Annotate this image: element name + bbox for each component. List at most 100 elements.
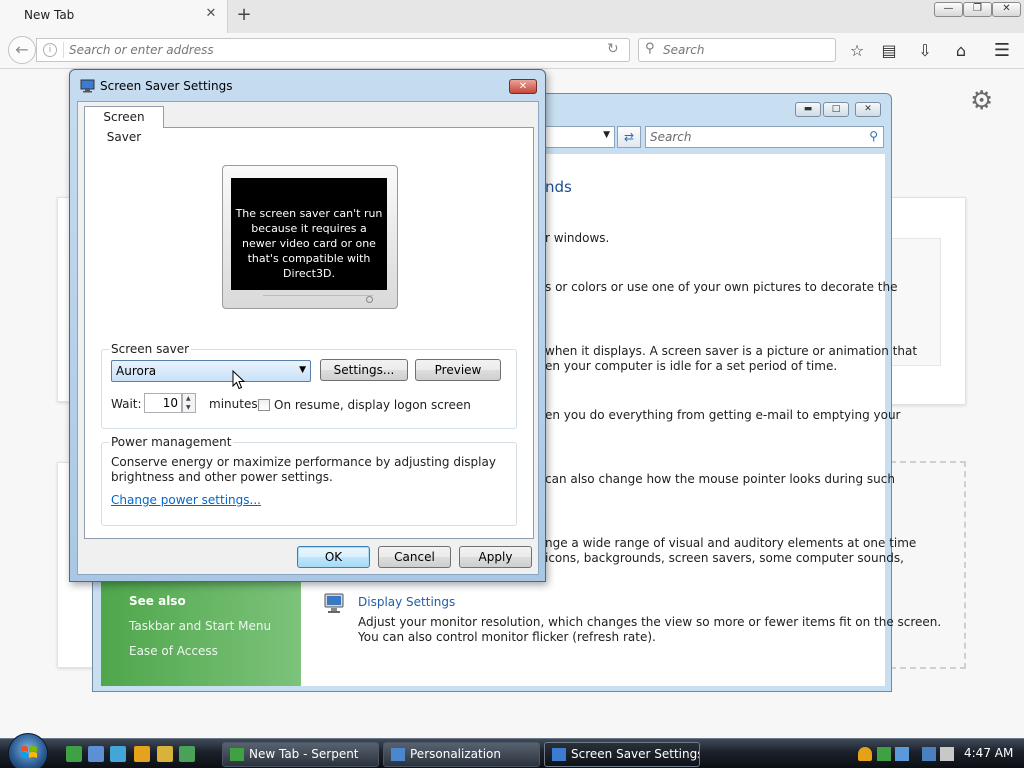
mouse-pointers-desc: can also change how the mouse pointer lo… <box>545 472 895 486</box>
power-desc-line-2: brightness and other power settings. <box>111 470 333 484</box>
spin-down-icon[interactable]: ▼ <box>186 404 191 411</box>
gear-icon[interactable]: ⚙ <box>970 86 993 116</box>
home-icon[interactable]: ⌂ <box>950 40 972 62</box>
resume-logon-checkbox[interactable] <box>258 399 270 411</box>
back-arrow-icon[interactable]: ← <box>8 36 36 64</box>
taskbar-button-label: New Tab - Serpent <box>249 747 359 761</box>
wait-minutes-stepper[interactable]: ▲ ▼ <box>182 393 196 413</box>
address-dropdown[interactable]: ▼ <box>545 126 615 148</box>
browser-nav-bar: ← i ↻ ⚲ ☆ ▤ ⇩ ⌂ ☰ <box>0 33 1024 69</box>
tab-close-icon[interactable]: ✕ <box>203 6 219 22</box>
desktop-background-desc: s or colors or use one of your own pictu… <box>545 280 898 294</box>
display-settings-desc-1: Adjust your monitor resolution, which ch… <box>358 615 942 629</box>
change-power-settings-link[interactable]: Change power settings... <box>111 493 261 507</box>
tab-screen-saver[interactable]: Screen Saver <box>84 106 164 144</box>
personalization-toolbar: ▼ ⇄ ⚲ <box>545 125 885 149</box>
folder-icon[interactable] <box>157 746 173 762</box>
personalization-search-box[interactable]: ⚲ <box>645 126 884 148</box>
sounds-desc: en you do everything from getting e-mail… <box>545 408 901 422</box>
taskbar-button-personalization[interactable]: Personalization <box>383 742 540 767</box>
security-shield-icon[interactable] <box>858 747 872 761</box>
screen-saver-group-label: Screen saver <box>109 342 192 356</box>
users-icon[interactable] <box>110 746 126 762</box>
ease-of-access-link[interactable]: Ease of Access <box>129 644 218 658</box>
chevron-down-icon: ▼ <box>299 365 306 375</box>
start-button[interactable] <box>8 733 48 768</box>
minutes-label: minutes <box>209 397 258 411</box>
search-icon[interactable]: ⚲ <box>869 129 878 143</box>
preview-message: The screen saver can't run because it re… <box>231 178 387 290</box>
serpent-icon <box>230 748 244 761</box>
screen-saver-select[interactable]: Aurora ▼ <box>111 360 311 382</box>
taskbar: New Tab - Serpent Personalization Screen… <box>0 733 1024 768</box>
browser-close-button[interactable]: ✕ <box>992 2 1021 17</box>
personalization-maximize-button[interactable]: □ <box>823 102 849 117</box>
new-tab-button[interactable]: + <box>234 4 254 26</box>
tray-app-icon[interactable] <box>877 747 891 761</box>
wait-minutes-input[interactable] <box>144 393 182 413</box>
wait-label: Wait: <box>111 397 142 411</box>
taskbar-button-screen-saver-settings[interactable]: Screen Saver Settings <box>544 742 700 767</box>
windows-logo-icon <box>21 746 37 758</box>
tray-network-app-icon[interactable] <box>895 747 909 761</box>
monitor-base <box>263 295 373 305</box>
info-icon[interactable]: i <box>43 43 57 57</box>
display-settings-link[interactable]: Display Settings <box>358 595 455 609</box>
background-tile-right <box>890 197 966 405</box>
browser-minimize-button[interactable]: — <box>934 2 963 17</box>
browser-tab-bar: New Tab ✕ + — ❐ ✕ <box>0 0 1024 33</box>
resume-logon-label[interactable]: On resume, display logon screen <box>274 398 471 412</box>
personalization-search-input[interactable] <box>650 129 860 145</box>
background-empty-tile <box>890 461 966 669</box>
power-desc-line-1: Conserve energy or maximize performance … <box>111 455 496 469</box>
taskbar-button-label: Personalization <box>410 747 501 761</box>
browser-tab-new-tab[interactable]: New Tab ✕ <box>0 0 228 33</box>
taskbar-button-label: Screen Saver Settings <box>571 747 700 761</box>
system-clock[interactable]: 4:47 AM <box>964 746 1013 760</box>
url-input[interactable] <box>69 41 589 59</box>
search-icon: ⚲ <box>645 41 655 56</box>
see-also-panel: See also Taskbar and Start Menu Ease of … <box>101 582 301 686</box>
personalization-icon <box>391 748 405 761</box>
mouse-cursor-icon <box>232 370 246 390</box>
switch-windows-icon[interactable] <box>179 746 195 762</box>
ok-button[interactable]: OK <box>297 546 370 568</box>
volume-muted-icon[interactable] <box>940 747 954 761</box>
hamburger-menu-icon[interactable]: ☰ <box>991 40 1013 62</box>
theme-desc-1: nge a wide range of visual and auditory … <box>545 536 917 550</box>
bookmark-star-icon[interactable]: ☆ <box>846 40 868 62</box>
chevron-down-icon: ▼ <box>603 130 610 140</box>
url-separator <box>63 42 64 58</box>
monitor-icon <box>552 748 566 761</box>
taskbar-button-new-tab-serpent[interactable]: New Tab - Serpent <box>222 742 379 767</box>
settings-button[interactable]: Settings... <box>320 359 408 381</box>
spin-up-icon[interactable]: ▲ <box>186 395 191 402</box>
reload-icon[interactable]: ↻ <box>607 41 619 57</box>
taskbar-start-menu-link[interactable]: Taskbar and Start Menu <box>129 619 271 633</box>
screen-saver-desc-1: when it displays. A screen saver is a pi… <box>545 344 918 358</box>
theme-desc-2: icons, backgrounds, screen savers, some … <box>545 551 904 565</box>
url-bar[interactable]: i ↻ <box>36 38 630 62</box>
dialog-close-button[interactable]: ✕ <box>509 79 537 94</box>
apply-button[interactable]: Apply <box>459 546 532 568</box>
tab-label: New Tab <box>24 8 75 22</box>
personalization-heading: nds <box>545 178 572 196</box>
browser-restore-button[interactable]: ❐ <box>963 2 992 17</box>
refresh-icon[interactable]: ⇄ <box>617 126 641 148</box>
network-icon[interactable] <box>922 747 936 761</box>
reading-list-icon[interactable]: ▤ <box>878 40 900 62</box>
personalization-minimize-button[interactable]: ▬ <box>795 102 821 117</box>
personalization-close-button[interactable]: ✕ <box>855 102 881 117</box>
dialog-title: Screen Saver Settings <box>100 79 233 93</box>
media-player-icon[interactable] <box>134 746 150 762</box>
search-bar[interactable]: ⚲ <box>638 38 836 62</box>
screen-saver-preview-monitor: The screen saver can't run because it re… <box>222 165 398 309</box>
serpent-browser-quicklaunch-icon[interactable] <box>66 746 82 762</box>
cancel-button[interactable]: Cancel <box>378 546 451 568</box>
search-input[interactable] <box>663 41 831 59</box>
display-settings-icon <box>324 593 344 613</box>
show-desktop-icon[interactable] <box>88 746 104 762</box>
monitor-power-led <box>366 296 373 303</box>
download-arrow-icon[interactable]: ⇩ <box>914 40 936 62</box>
preview-button[interactable]: Preview <box>415 359 501 381</box>
